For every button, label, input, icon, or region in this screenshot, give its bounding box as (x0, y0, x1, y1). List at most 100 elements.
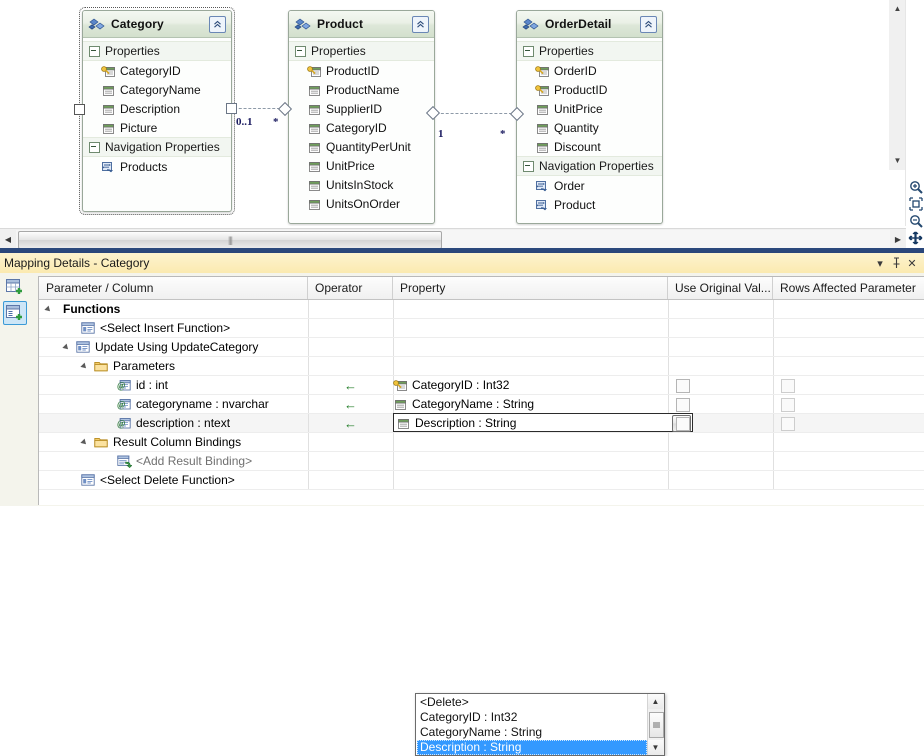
table-row[interactable]: Update Using UpdateCategory (39, 338, 924, 357)
entity-property[interactable]: CategoryID (83, 61, 231, 80)
dropdown-option[interactable]: CategoryName : String (417, 725, 647, 740)
expander-icon[interactable] (63, 343, 72, 352)
table-row[interactable]: Functions (39, 300, 924, 319)
table-row[interactable]: @ categoryname : nvarchar ← CategoryName : … (39, 395, 924, 414)
selection-handle-left[interactable] (74, 104, 85, 115)
operator-cell[interactable]: ← (308, 414, 393, 432)
zoom-out-icon[interactable] (907, 212, 924, 229)
entity-group-header[interactable]: Navigation Properties (83, 137, 231, 157)
operator-cell[interactable]: ← (308, 395, 393, 413)
entity-header[interactable]: Category (83, 11, 231, 38)
dropdown-scroll-down[interactable]: ▼ (648, 740, 663, 755)
collapse-box-icon[interactable] (89, 45, 100, 57)
entity-property[interactable]: ProductID (517, 80, 662, 99)
property-cell[interactable]: CategoryName : String (393, 395, 534, 413)
table-row[interactable]: @ id : int ← CategoryID : Int32 (39, 376, 924, 395)
mapping-grid[interactable]: Parameter / Column Operator Property Use Or… (38, 276, 924, 505)
map-functions-button[interactable] (3, 301, 27, 325)
column-header[interactable]: Operator (308, 277, 393, 299)
entity-property[interactable]: Order (517, 176, 662, 195)
entity-property[interactable]: ProductName (289, 80, 434, 99)
use-original-value-checkbox[interactable] (676, 379, 690, 393)
zoom-to-fit-icon[interactable] (907, 195, 924, 212)
entity-product[interactable]: Product Properties ProductID ProductName Sup… (288, 10, 435, 224)
entity-designer-canvas[interactable]: Category Properties CategoryID CategoryName… (0, 0, 906, 226)
entity-category[interactable]: Category Properties CategoryID CategoryName… (79, 7, 235, 215)
dropdown-option[interactable]: <Delete> (417, 695, 647, 710)
pane-menu-button[interactable]: ▾ (872, 255, 888, 271)
table-row[interactable]: <Select Delete Function> (39, 471, 924, 490)
scroll-right-arrow[interactable]: ▶ (890, 230, 906, 248)
entity-property[interactable]: Products (83, 157, 231, 176)
entity-property[interactable]: UnitsInStock (289, 175, 434, 194)
entity-property[interactable]: ProductID (289, 61, 434, 80)
entity-group-header[interactable]: Navigation Properties (517, 156, 662, 176)
rows-affected-parameter-checkbox[interactable] (781, 379, 795, 393)
rows-affected-parameter-checkbox[interactable] (781, 398, 795, 412)
entity-property[interactable]: OrderID (517, 61, 662, 80)
zoom-in-icon[interactable] (907, 178, 924, 195)
map-tables-button[interactable] (3, 275, 27, 299)
rows-affected-parameter-checkbox[interactable] (781, 417, 795, 431)
association-line[interactable] (234, 108, 280, 109)
hscroll-thumb[interactable]: ||| (18, 231, 442, 249)
property-combobox[interactable]: Description : String (393, 413, 693, 432)
entity-header[interactable]: OrderDetail (517, 11, 662, 38)
scroll-down-arrow[interactable]: ▼ (889, 152, 906, 169)
column-header[interactable]: Property (393, 277, 668, 299)
dropdown-scrollbar[interactable]: ▲ ▼ (647, 694, 664, 755)
entity-header[interactable]: Product (289, 11, 434, 38)
scroll-left-arrow[interactable]: ◀ (0, 230, 16, 248)
dropdown-option[interactable]: Description : String (417, 740, 647, 755)
pane-close-button[interactable]: ✕ (904, 255, 920, 271)
entity-property[interactable]: UnitPrice (289, 156, 434, 175)
hscroll-track[interactable]: ||| (16, 230, 890, 249)
entity-property[interactable]: UnitPrice (517, 99, 662, 118)
collapse-box-icon[interactable] (523, 45, 534, 57)
expander-icon[interactable] (81, 438, 90, 447)
entity-property[interactable]: SupplierID (289, 99, 434, 118)
entity-orderdetail[interactable]: OrderDetail Properties OrderID ProductID Uni… (516, 10, 663, 224)
pane-pin-button[interactable] (888, 255, 904, 271)
canvas-vertical-scrollbar[interactable]: ▲ ▼ (889, 0, 906, 170)
column-header[interactable]: Use Original Val... (668, 277, 773, 299)
entity-group-header[interactable]: Properties (517, 41, 662, 61)
table-row[interactable]: Parameters (39, 357, 924, 376)
entity-group-header[interactable]: Properties (83, 41, 231, 61)
association-endpoint[interactable] (226, 103, 237, 114)
entity-property[interactable]: CategoryName (83, 80, 231, 99)
entity-property[interactable]: UnitsOnOrder (289, 194, 434, 213)
association-line[interactable] (436, 113, 512, 114)
expander-icon[interactable] (45, 305, 54, 314)
entity-property[interactable]: Product (517, 195, 662, 214)
expander-icon[interactable] (81, 362, 90, 371)
entity-property[interactable]: Picture (83, 118, 231, 137)
column-header[interactable]: Parameter / Column (39, 277, 308, 299)
entity-property[interactable]: QuantityPerUnit (289, 137, 434, 156)
entity-property[interactable]: CategoryID (289, 118, 434, 137)
collapse-chevron-icon[interactable] (412, 15, 429, 33)
table-row[interactable]: <Select Insert Function> (39, 319, 924, 338)
property-cell[interactable]: CategoryID : Int32 (393, 376, 509, 394)
use-original-value-checkbox[interactable] (676, 417, 690, 431)
operator-cell[interactable]: ← (308, 376, 393, 394)
use-original-value-checkbox[interactable] (676, 398, 690, 412)
table-row[interactable]: Result Column Bindings (39, 433, 924, 452)
entity-group-header[interactable]: Properties (289, 41, 434, 61)
dropdown-option[interactable]: CategoryID : Int32 (417, 710, 647, 725)
property-dropdown-list[interactable]: <Delete> CategoryID : Int32 CategoryName :… (415, 693, 665, 756)
scroll-up-arrow[interactable]: ▲ (889, 0, 906, 17)
column-header[interactable]: Rows Affected Parameter (773, 277, 924, 299)
collapse-chevron-icon[interactable] (209, 15, 226, 33)
entity-property[interactable]: Discount (517, 137, 662, 156)
collapse-chevron-icon[interactable] (640, 15, 657, 33)
canvas-horizontal-scrollbar[interactable]: ◀ ||| ▶ (0, 228, 906, 249)
dropdown-scroll-up[interactable]: ▲ (648, 694, 663, 709)
pan-tool-icon[interactable] (906, 228, 924, 248)
entity-property[interactable]: Quantity (517, 118, 662, 137)
table-row[interactable]: <Add Result Binding> (39, 452, 924, 471)
table-row[interactable]: @ description : ntext ← Description : Strin… (39, 413, 924, 433)
collapse-box-icon[interactable] (89, 141, 100, 153)
entity-property[interactable]: Description (83, 99, 231, 118)
dropdown-scroll-thumb[interactable] (649, 712, 664, 738)
